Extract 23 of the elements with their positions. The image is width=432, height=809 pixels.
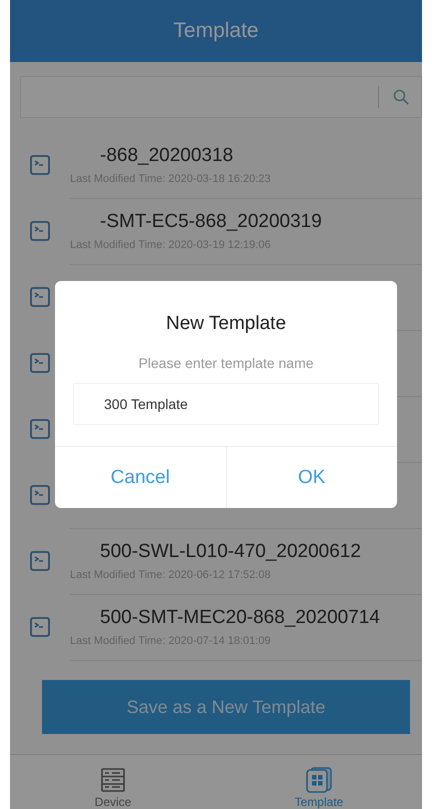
- search-field[interactable]: [20, 76, 422, 118]
- terminal-icon: [30, 485, 50, 505]
- terminal-icon: [30, 155, 50, 175]
- cancel-button[interactable]: Cancel: [55, 447, 226, 508]
- grid-icon: [306, 767, 332, 793]
- nav-tab[interactable]: Device: [10, 755, 216, 809]
- terminal-icon: [30, 287, 50, 307]
- template-name[interactable]: -868_20200318: [70, 144, 422, 166]
- dialog-message: Please enter template name: [138, 355, 314, 371]
- template-name[interactable]: -SMT-EC5-868_20200319: [70, 210, 422, 232]
- dialog-title: New Template: [166, 313, 286, 335]
- header-title: Template: [173, 19, 259, 43]
- server-icon: [100, 767, 126, 793]
- terminal-icon: [30, 221, 50, 241]
- terminal-icon: [30, 617, 50, 637]
- search-icon[interactable]: [393, 89, 409, 105]
- template-name[interactable]: 500-SMT-MEC20-868_20200714: [70, 606, 422, 628]
- terminal-icon: [30, 551, 50, 571]
- terminal-icon: [30, 353, 50, 373]
- name-input-field[interactable]: 300 Template: [73, 383, 379, 425]
- ok-button[interactable]: OK: [226, 447, 397, 508]
- terminal-icon: [30, 419, 50, 439]
- template-name[interactable]: 500-SWL-L010-470_20200612: [70, 540, 422, 562]
